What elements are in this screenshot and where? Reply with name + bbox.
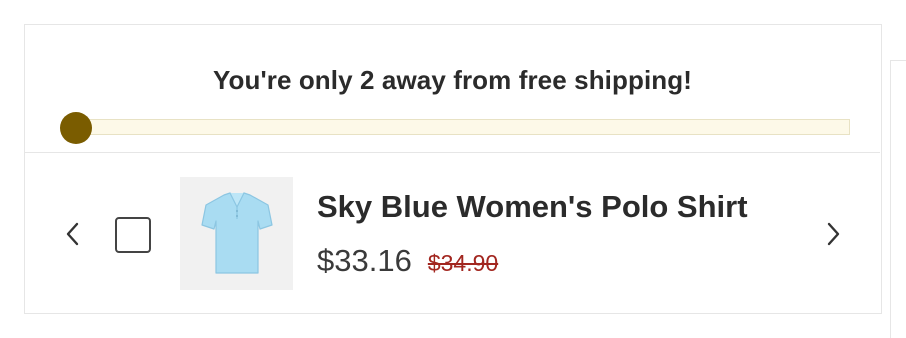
free-shipping-progress-bar [75,119,850,135]
chevron-right-icon [827,222,840,246]
price-row: $33.16 $34.90 [317,243,498,279]
chevron-left-icon [66,222,79,246]
next-product-button[interactable] [821,217,845,251]
upsell-product-row: Sky Blue Women's Polo Shirt $33.16 $34.90 [25,153,880,313]
free-shipping-message: You're only 2 away from free shipping! [212,65,693,95]
sale-price: $33.16 [317,243,412,278]
polo-shirt-icon [200,191,273,274]
product-image[interactable] [180,177,293,290]
cart-upsell-card: You're only 2 away from free shipping! S… [24,24,882,314]
compare-at-price: $34.90 [427,250,499,276]
free-shipping-section: You're only 2 away from free shipping! [25,25,880,153]
product-title[interactable]: Sky Blue Women's Polo Shirt [317,189,748,225]
previous-product-button[interactable] [61,217,85,251]
adjacent-panel-edge [890,60,906,338]
add-product-checkbox[interactable] [115,217,151,253]
progress-indicator [60,112,92,144]
